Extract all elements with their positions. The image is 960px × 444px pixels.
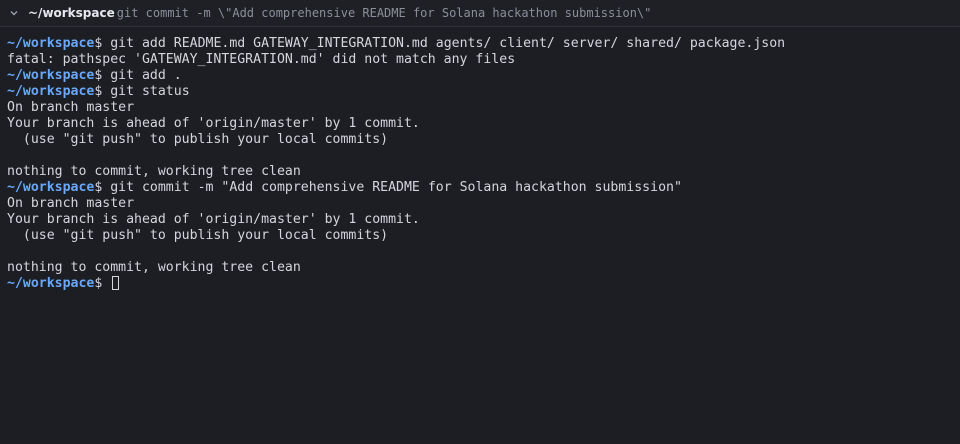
prompt-sign: $	[94, 36, 111, 51]
output-text: Your branch is ahead of 'origin/master' …	[7, 116, 420, 131]
prompt-path: ~/workspace	[7, 36, 95, 51]
prompt-path: ~/workspace	[7, 68, 95, 83]
command-line: ~/workspace$ git commit -m "Add comprehe…	[7, 180, 960, 196]
prompt-path: ~/workspace	[7, 180, 95, 195]
tab-running-command: git commit -m \"Add comprehensive README…	[116, 6, 652, 20]
output-line: Your branch is ahead of 'origin/master' …	[7, 212, 960, 228]
tab-title[interactable]: ~/workspace	[28, 6, 115, 20]
output-line: On branch master	[7, 100, 960, 116]
command-line: ~/workspace$ git add README.md GATEWAY_I…	[7, 36, 960, 52]
command-text: git commit -m "Add comprehensive README …	[110, 180, 682, 195]
command-text: git add .	[110, 68, 182, 83]
output-line: On branch master	[7, 196, 960, 212]
output-text: On branch master	[7, 100, 135, 115]
prompt-sign: $	[94, 276, 111, 291]
command-text: git status	[110, 84, 190, 99]
prompt-sign: $	[94, 180, 111, 195]
command-text: git add README.md GATEWAY_INTEGRATION.md…	[110, 36, 786, 51]
output-line: nothing to commit, working tree clean	[7, 260, 960, 276]
output-text: Your branch is ahead of 'origin/master' …	[7, 212, 420, 227]
output-text: nothing to commit, working tree clean	[7, 260, 301, 275]
active-prompt-line[interactable]: ~/workspace$	[7, 276, 960, 292]
output-text: (use "git push" to publish your local co…	[7, 132, 389, 147]
command-line: ~/workspace$ git add .	[7, 68, 960, 84]
chevron-down-icon[interactable]	[8, 7, 20, 19]
output-text: On branch master	[7, 196, 135, 211]
terminal-tab-bar: ~/workspace git commit -m \"Add comprehe…	[0, 0, 960, 27]
prompt-sign: $	[94, 68, 111, 83]
output-line: (use "git push" to publish your local co…	[7, 132, 960, 148]
output-text: (use "git push" to publish your local co…	[7, 228, 389, 243]
text-cursor	[112, 276, 120, 290]
prompt-path: ~/workspace	[7, 276, 95, 291]
prompt-sign: $	[94, 84, 111, 99]
command-line: ~/workspace$ git status	[7, 84, 960, 100]
output-line: fatal: pathspec 'GATEWAY_INTEGRATION.md'…	[7, 52, 960, 68]
output-line: nothing to commit, working tree clean	[7, 164, 960, 180]
prompt-path: ~/workspace	[7, 84, 95, 99]
output-text: fatal: pathspec 'GATEWAY_INTEGRATION.md'…	[7, 52, 516, 67]
output-text: nothing to commit, working tree clean	[7, 164, 301, 179]
output-line: Your branch is ahead of 'origin/master' …	[7, 116, 960, 132]
output-line: (use "git push" to publish your local co…	[7, 228, 960, 244]
terminal-output[interactable]: ~/workspace$ git add README.md GATEWAY_I…	[0, 27, 960, 292]
